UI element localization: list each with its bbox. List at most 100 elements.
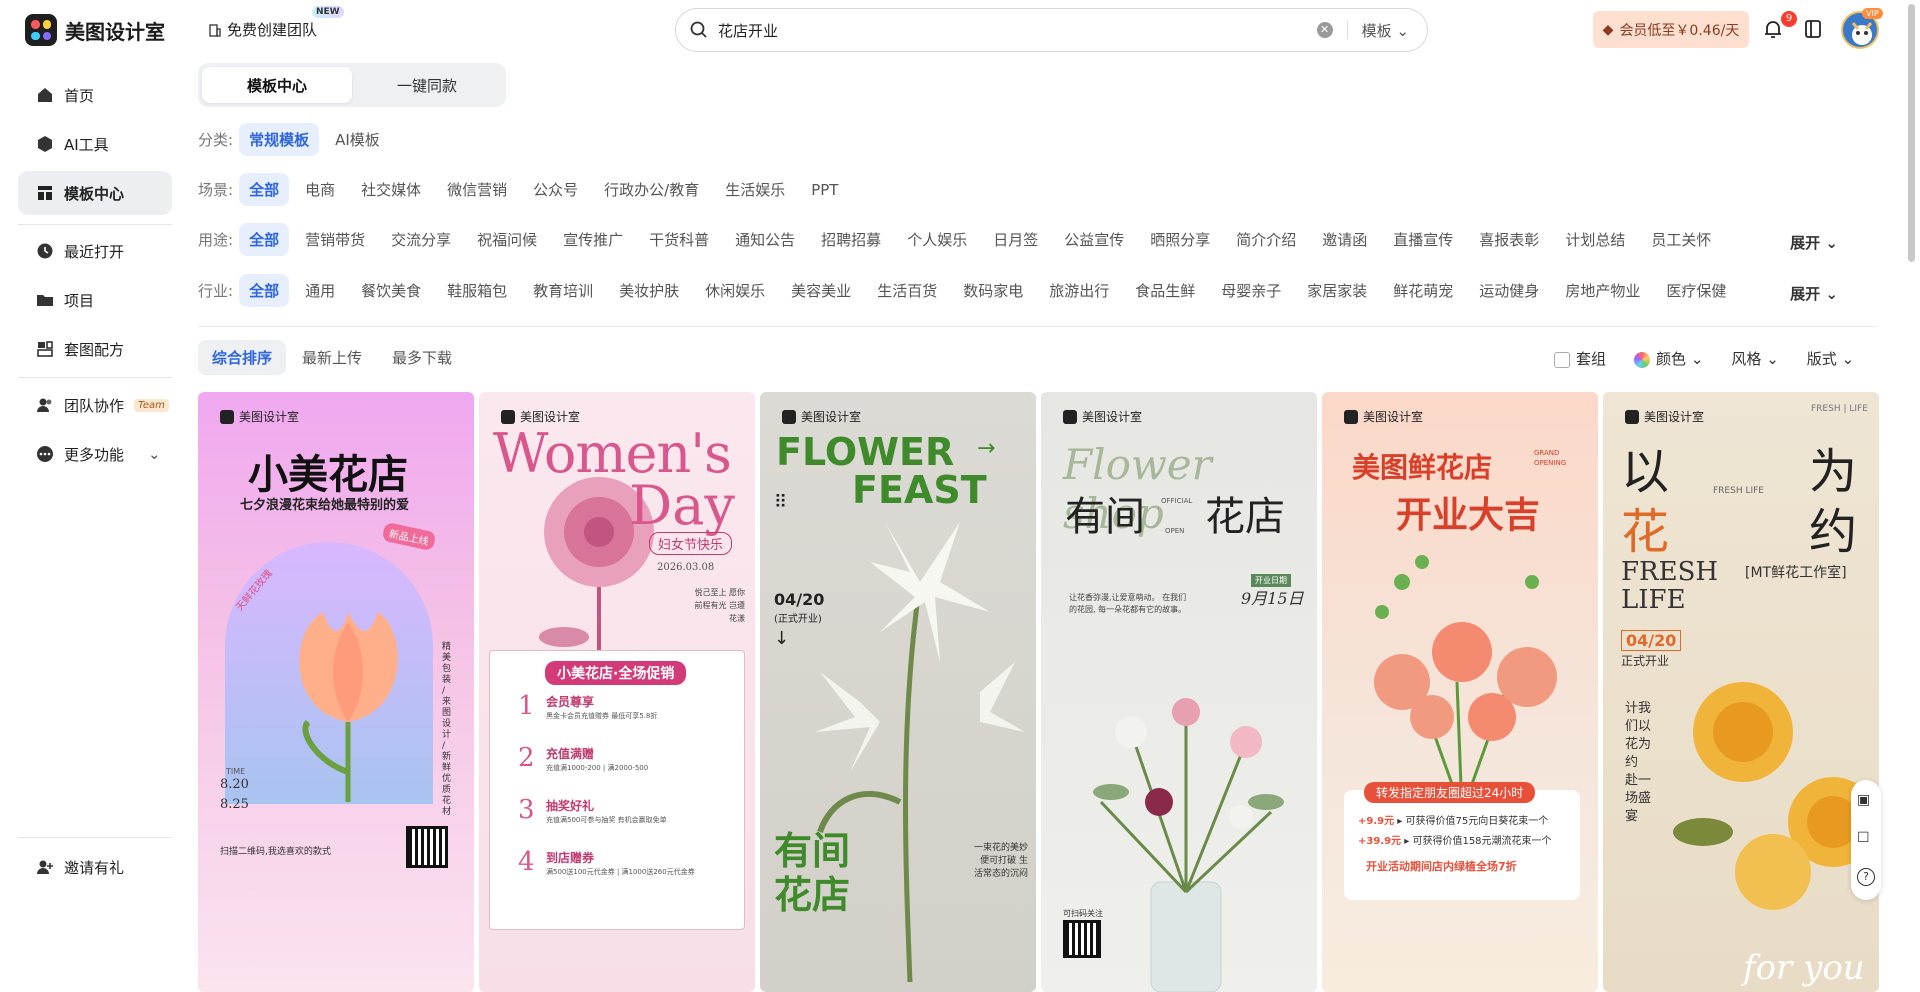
filter-chip[interactable]: 日月签 — [983, 223, 1048, 256]
promo-item-title: 充值满赠 — [546, 747, 595, 761]
color-filter[interactable]: 颜色 ⌄ — [1634, 348, 1703, 369]
sidebar-item-team[interactable]: 团队协作 Team — [18, 383, 172, 427]
style-filter[interactable]: 风格 ⌄ — [1731, 348, 1778, 369]
chevron-down-icon: ⌄ — [1396, 21, 1409, 40]
filter-chip[interactable]: 生活百货 — [867, 274, 947, 307]
sort-newest[interactable]: 最新上传 — [288, 340, 376, 375]
filter-chip[interactable]: 常规模板 — [239, 123, 320, 156]
filter-chip[interactable]: 家居家装 — [1297, 274, 1377, 307]
filter-chip[interactable]: PPT — [801, 175, 848, 205]
usage-expand-button[interactable]: 展开 ⌄ — [1790, 232, 1838, 253]
filter-chip[interactable]: 交流分享 — [381, 223, 461, 256]
filter-chip[interactable]: 通知公告 — [725, 223, 805, 256]
layout-filter[interactable]: 版式 ⌄ — [1807, 348, 1854, 369]
card-brand-label: 美图设计室 — [801, 410, 862, 424]
promo-title: 小美花店·全场促销 — [545, 661, 687, 685]
filter-chip[interactable]: 医疗保健 — [1656, 274, 1736, 307]
scrollbar[interactable] — [1908, 4, 1915, 262]
filter-chip[interactable]: 行政办公/教育 — [594, 173, 709, 206]
tab-template-center[interactable]: 模板中心 — [202, 67, 352, 103]
bouquet-illustration — [1374, 555, 1557, 812]
card-tag: 新品上线 — [381, 521, 437, 552]
filter-chip[interactable]: 晒照分享 — [1140, 223, 1220, 256]
search-bar[interactable]: 花店开业 ✕ 模板 ⌄ — [675, 8, 1428, 52]
sort-most-downloaded[interactable]: 最多下载 — [378, 340, 466, 375]
save-icon[interactable]: ▣ — [1857, 792, 1870, 808]
search-icon — [690, 21, 707, 38]
filter-chip[interactable]: 员工关怀 — [1641, 223, 1721, 256]
filter-chip[interactable]: 全部 — [239, 274, 290, 307]
filter-chip[interactable]: 社交媒体 — [351, 173, 431, 206]
filter-chip[interactable]: 直播宣传 — [1383, 223, 1463, 256]
industry-expand-button[interactable]: 展开 ⌄ — [1790, 283, 1838, 304]
card-date: 2026.03.08 — [657, 562, 715, 573]
feedback-icon[interactable]: ☐ — [1857, 830, 1870, 846]
filter-chip[interactable]: 简介介绍 — [1226, 223, 1306, 256]
filter-chip[interactable]: 祝福问候 — [467, 223, 547, 256]
sidebar-item-recent[interactable]: 最近打开 — [18, 229, 172, 273]
filter-chip[interactable]: 房地产物业 — [1555, 274, 1650, 307]
filter-chip[interactable]: 宣传推广 — [553, 223, 633, 256]
filter-chip[interactable]: 美容美业 — [781, 274, 861, 307]
sidebar-item-home[interactable]: 首页 — [18, 73, 172, 117]
color-label: 颜色 — [1656, 350, 1687, 368]
style-label: 风格 — [1731, 350, 1762, 368]
template-card[interactable]: 美图设计室 FLOWER → FEAST ⠿ 04/20 (正式开业) ↓ 有间… — [760, 392, 1036, 992]
app-logo[interactable]: 美图设计室 — [25, 14, 165, 46]
create-team-button[interactable]: 免费创建团队 NEW — [208, 6, 344, 40]
sidebar-item-more[interactable]: 更多功能 ⌄ — [18, 432, 172, 476]
filter-chip[interactable]: 运动健身 — [1469, 274, 1549, 307]
filter-chip[interactable]: 个人娱乐 — [897, 223, 977, 256]
filter-chip[interactable]: 通用 — [295, 274, 345, 307]
filter-chip[interactable]: 食品生鲜 — [1125, 274, 1205, 307]
promo-item-title: 抽奖好礼 — [546, 799, 595, 813]
filter-chip[interactable]: 喜报表彰 — [1469, 223, 1549, 256]
help-icon[interactable]: ? — [1857, 868, 1875, 886]
filter-chip[interactable]: AI模板 — [325, 123, 390, 156]
filter-chip[interactable]: 美妆护肤 — [609, 274, 689, 307]
filter-chip[interactable]: 数码家电 — [953, 274, 1033, 307]
template-card[interactable]: 美图设计室 FRESH | LIFE 以 为 花 约 FRESH LIFE FR… — [1603, 392, 1879, 992]
filter-chip[interactable]: 微信营销 — [437, 173, 517, 206]
template-card[interactable]: 美图设计室 Flower shop 有间 花店 OFFICIAL OPEN 开业… — [1041, 392, 1317, 992]
book-icon[interactable] — [1802, 18, 1824, 40]
filter-chip[interactable]: 鞋服箱包 — [437, 274, 517, 307]
clear-search-icon[interactable]: ✕ — [1316, 22, 1333, 38]
filter-chip[interactable]: 全部 — [239, 223, 290, 256]
template-card[interactable]: 美图设计室 美图鲜花店 GRAND OPENING 开业大吉 转发指定朋友圈超过… — [1322, 392, 1598, 992]
sidebar-item-projects[interactable]: 项目 — [18, 278, 172, 322]
sidebar-item-label: 首页 — [64, 86, 95, 105]
vip-button[interactable]: ◆ 会员低至￥0.46/天 — [1593, 11, 1749, 48]
sort-comprehensive[interactable]: 综合排序 — [198, 340, 287, 375]
filter-chip[interactable]: 干货科普 — [639, 223, 719, 256]
filter-chip[interactable]: 公众号 — [523, 173, 588, 206]
filter-chip[interactable]: 旅游出行 — [1039, 274, 1119, 307]
filter-chip[interactable]: 营销带货 — [295, 223, 375, 256]
filter-chip[interactable]: 招聘招募 — [811, 223, 891, 256]
search-input[interactable]: 花店开业 — [718, 20, 1317, 41]
filter-chip[interactable]: 全部 — [239, 173, 290, 206]
search-type-select[interactable]: 模板 ⌄ — [1348, 20, 1427, 41]
tab-one-click[interactable]: 一键同款 — [352, 67, 502, 103]
filter-chip[interactable]: 鲜花萌宠 — [1383, 274, 1463, 307]
filter-chip[interactable]: 电商 — [295, 173, 345, 206]
filter-chip[interactable]: 餐饮美食 — [351, 274, 431, 307]
filter-chip[interactable]: 母婴亲子 — [1211, 274, 1291, 307]
filter-chip[interactable]: 公益宣传 — [1054, 223, 1134, 256]
filter-chip[interactable]: 生活娱乐 — [715, 173, 795, 206]
filter-chip[interactable]: 教育培训 — [523, 274, 603, 307]
template-card[interactable]: 美图设计室 小美花店 七夕浪漫花束给她最特别的爱 新品上线 天鲜花玫瑰 精美包装… — [198, 392, 474, 992]
sidebar-item-templates[interactable]: 模板中心 — [18, 171, 172, 215]
template-card[interactable]: 美图设计室 Women's Day 妇女节快乐 2026.03.08 悦己至上 … — [479, 392, 755, 992]
filter-chip[interactable]: 休闲娱乐 — [695, 274, 775, 307]
sidebar-item-recipes[interactable]: 套图配方 — [18, 327, 172, 371]
filter-chip[interactable]: 计划总结 — [1555, 223, 1635, 256]
card-char: 花 — [1621, 504, 1670, 560]
filter-chip[interactable]: 邀请函 — [1312, 223, 1377, 256]
floating-toolbar: ▣ ☐ ? — [1851, 780, 1881, 900]
sidebar-item-ai-tools[interactable]: AI工具 — [18, 122, 172, 166]
group-checkbox[interactable]: 套组 — [1554, 348, 1606, 369]
card-char: 约 — [1809, 504, 1858, 560]
card-mid: FRESH LIFE — [1713, 486, 1764, 496]
sidebar-item-invite[interactable]: 邀请有礼 — [18, 845, 172, 889]
